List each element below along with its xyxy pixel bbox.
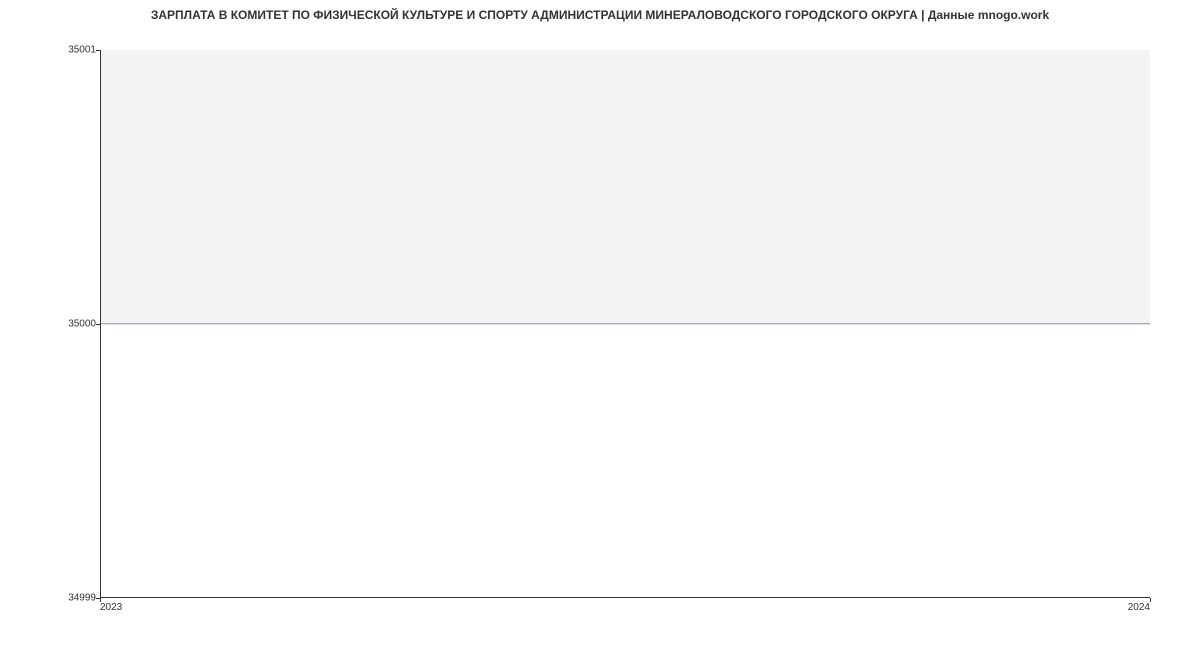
plot-bg-upper: [101, 50, 1150, 324]
y-axis-tick-label: 35000: [68, 319, 96, 330]
x-tick-mark: [1150, 598, 1151, 602]
y-axis-tick-label: 35001: [68, 45, 96, 56]
y-axis-tick-label: 34999: [68, 593, 96, 604]
data-line: [101, 323, 1150, 324]
plot-area: [100, 50, 1150, 598]
plot-bg-lower: [101, 324, 1150, 598]
x-axis-tick-label: 2024: [1128, 602, 1150, 613]
y-tick-mark: [96, 50, 100, 51]
x-axis-tick-label: 2023: [100, 602, 122, 613]
y-tick-mark: [96, 324, 100, 325]
chart-title: ЗАРПЛАТА В КОМИТЕТ ПО ФИЗИЧЕСКОЙ КУЛЬТУР…: [0, 8, 1200, 22]
